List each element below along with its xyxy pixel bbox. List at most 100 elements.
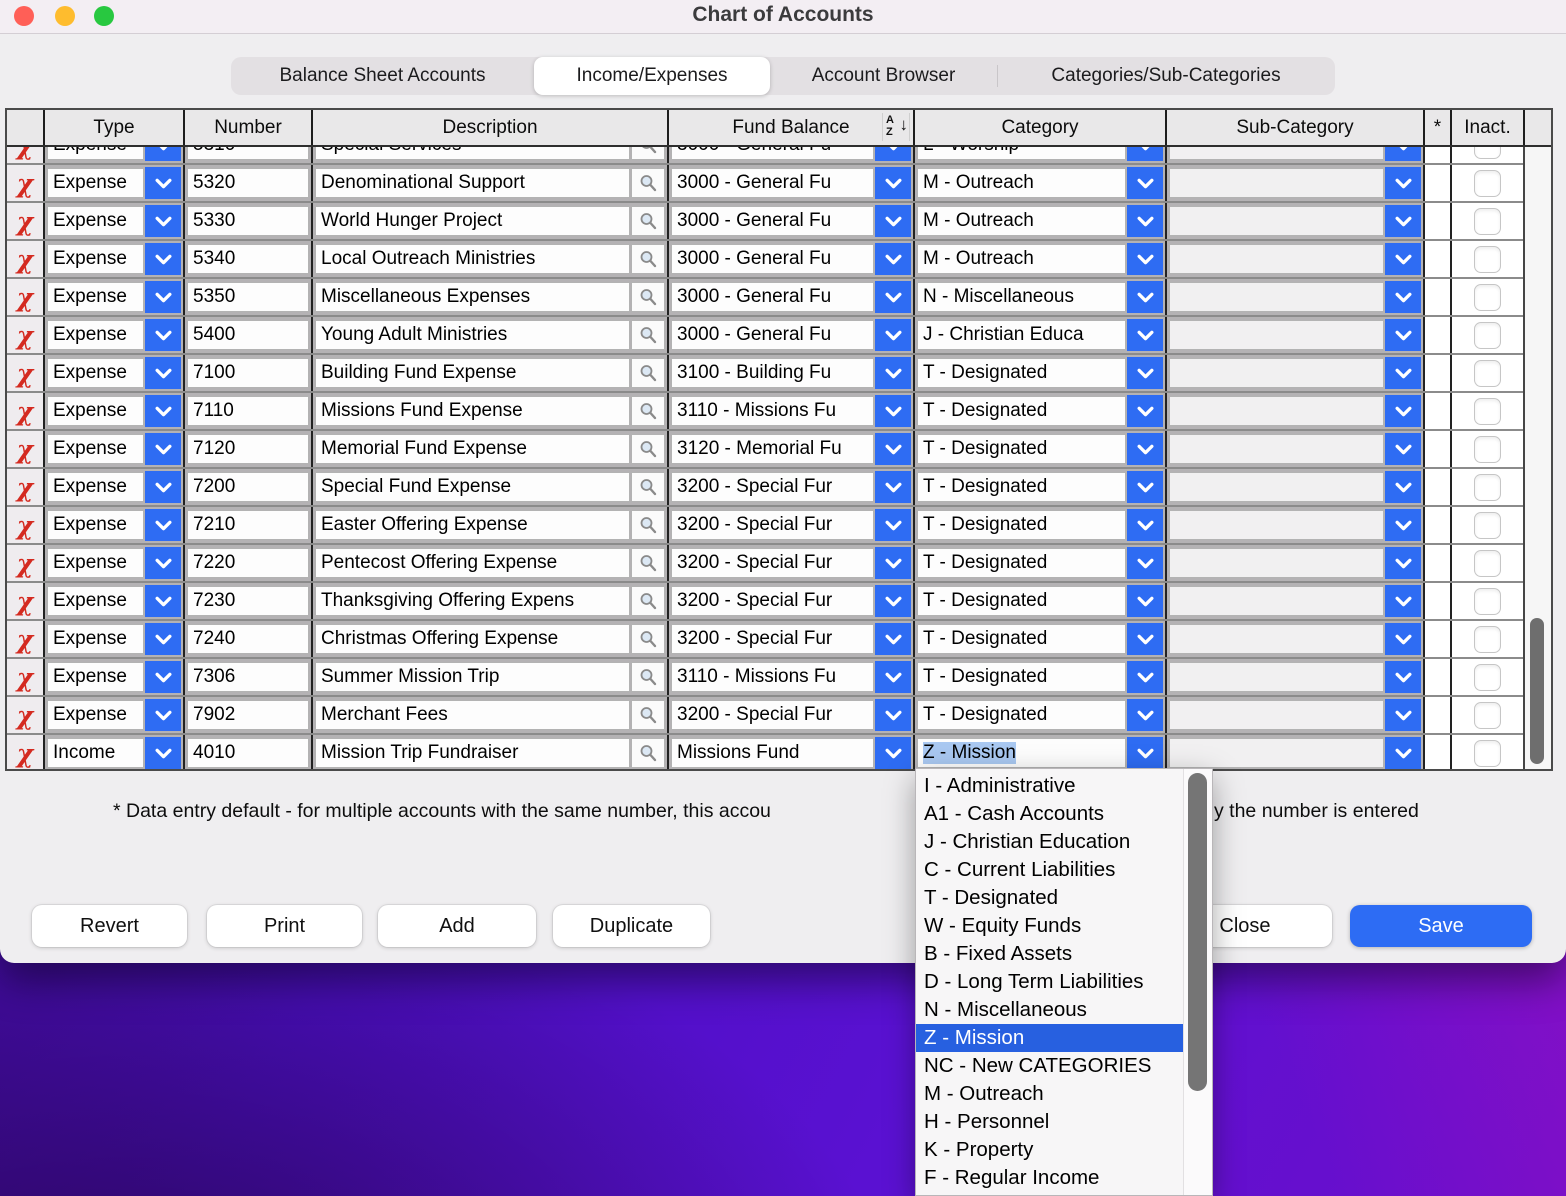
inactive-checkbox[interactable]	[1474, 436, 1501, 463]
lookup-button[interactable]	[631, 282, 665, 312]
sub-category-field[interactable]	[1169, 147, 1384, 160]
delete-row-icon[interactable]: χ	[17, 247, 33, 272]
fund-balance-dropdown-button[interactable]	[875, 319, 911, 351]
delete-row-icon[interactable]: χ	[17, 285, 33, 310]
fund-balance-dropdown-button[interactable]	[875, 395, 911, 427]
delete-row-icon[interactable]: χ	[17, 147, 33, 158]
delete-row-icon[interactable]: χ	[17, 551, 33, 576]
dropdown-option[interactable]: W - Equity Funds	[916, 912, 1184, 940]
sub-category-field[interactable]	[1169, 244, 1384, 274]
inactive-checkbox[interactable]	[1474, 740, 1501, 767]
category-dropdown-button[interactable]	[1127, 433, 1163, 465]
fund-balance-field[interactable]: 3000 - General Fu	[671, 244, 874, 274]
fund-balance-dropdown-button[interactable]	[875, 433, 911, 465]
description-field[interactable]: Mission Trip Fundraiser	[315, 738, 630, 768]
dropdown-option[interactable]: Z - Mission	[916, 1024, 1184, 1052]
fund-balance-dropdown-button[interactable]	[875, 661, 911, 693]
fund-balance-field[interactable]: 3200 - Special Fur	[671, 472, 874, 502]
fund-balance-dropdown-button[interactable]	[875, 585, 911, 617]
category-field[interactable]: M - Outreach	[917, 206, 1126, 236]
category-dropdown-button[interactable]	[1127, 699, 1163, 731]
inactive-checkbox[interactable]	[1474, 550, 1501, 577]
category-dropdown-button[interactable]	[1127, 395, 1163, 427]
category-dropdown-button[interactable]	[1127, 623, 1163, 655]
add-button[interactable]: Add	[378, 905, 536, 947]
sub-category-dropdown-button[interactable]	[1385, 357, 1421, 389]
description-field[interactable]: Pentecost Offering Expense	[315, 548, 630, 578]
sub-category-field[interactable]	[1169, 624, 1384, 654]
category-field[interactable]: Z - Mission	[917, 738, 1126, 768]
revert-button[interactable]: Revert	[32, 905, 187, 947]
description-field[interactable]: Special Services	[315, 147, 630, 160]
description-field[interactable]: Young Adult Ministries	[315, 320, 630, 350]
type-field[interactable]: Expense	[47, 472, 144, 502]
type-field[interactable]: Expense	[47, 624, 144, 654]
dropdown-option[interactable]: M - Outreach	[916, 1080, 1184, 1108]
sort-az-icon[interactable]: AZ ↓	[882, 113, 910, 141]
category-dropdown-button[interactable]	[1127, 509, 1163, 541]
lookup-button[interactable]	[631, 244, 665, 274]
sub-category-dropdown-button[interactable]	[1385, 699, 1421, 731]
fund-balance-field[interactable]: 3000 - General Fu	[671, 147, 874, 160]
dropdown-option[interactable]: B - Fixed Assets	[916, 940, 1184, 968]
sub-category-field[interactable]	[1169, 168, 1384, 198]
inactive-checkbox[interactable]	[1474, 208, 1501, 235]
number-field[interactable]: 7902	[187, 700, 309, 730]
delete-row-icon[interactable]: χ	[17, 437, 33, 462]
sub-category-field[interactable]	[1169, 206, 1384, 236]
lookup-button[interactable]	[631, 147, 665, 160]
description-field[interactable]: Summer Mission Trip	[315, 662, 630, 692]
type-field[interactable]: Expense	[47, 168, 144, 198]
dropdown-option[interactable]: J - Christian Education	[916, 828, 1184, 856]
fund-balance-field[interactable]: 3100 - Building Fu	[671, 358, 874, 388]
fund-balance-field[interactable]: 3200 - Special Fur	[671, 586, 874, 616]
number-field[interactable]: 7100	[187, 358, 309, 388]
category-field[interactable]: T - Designated	[917, 548, 1126, 578]
inactive-checkbox[interactable]	[1474, 512, 1501, 539]
category-dropdown-button[interactable]	[1127, 281, 1163, 313]
number-field[interactable]: 7120	[187, 434, 309, 464]
inactive-checkbox[interactable]	[1474, 702, 1501, 729]
inactive-checkbox[interactable]	[1474, 147, 1501, 159]
dropdown-option[interactable]: I - Administrative	[916, 772, 1184, 800]
sub-category-dropdown-button[interactable]	[1385, 281, 1421, 313]
delete-row-icon[interactable]: χ	[17, 703, 33, 728]
category-dropdown-button[interactable]	[1127, 147, 1163, 161]
type-field[interactable]: Expense	[47, 548, 144, 578]
number-field[interactable]: 7200	[187, 472, 309, 502]
type-dropdown-button[interactable]	[145, 471, 181, 503]
number-field[interactable]: 5310	[187, 147, 309, 160]
fund-balance-dropdown-button[interactable]	[875, 471, 911, 503]
sub-category-dropdown-button[interactable]	[1385, 509, 1421, 541]
type-field[interactable]: Expense	[47, 147, 144, 160]
sub-category-dropdown-button[interactable]	[1385, 737, 1421, 769]
inactive-checkbox[interactable]	[1474, 360, 1501, 387]
number-field[interactable]: 5330	[187, 206, 309, 236]
type-field[interactable]: Expense	[47, 510, 144, 540]
lookup-button[interactable]	[631, 548, 665, 578]
type-dropdown-button[interactable]	[145, 319, 181, 351]
fund-balance-dropdown-button[interactable]	[875, 699, 911, 731]
description-field[interactable]: Christmas Offering Expense	[315, 624, 630, 654]
sub-category-dropdown-button[interactable]	[1385, 585, 1421, 617]
fund-balance-field[interactable]: 3200 - Special Fur	[671, 700, 874, 730]
delete-row-icon[interactable]: χ	[17, 589, 33, 614]
type-dropdown-button[interactable]	[145, 357, 181, 389]
lookup-button[interactable]	[631, 624, 665, 654]
type-field[interactable]: Expense	[47, 206, 144, 236]
description-field[interactable]: Merchant Fees	[315, 700, 630, 730]
category-field[interactable]: T - Designated	[917, 700, 1126, 730]
fund-balance-field[interactable]: 3200 - Special Fur	[671, 510, 874, 540]
sub-category-field[interactable]	[1169, 586, 1384, 616]
tab-account-browser[interactable]: Account Browser	[770, 57, 997, 95]
lookup-button[interactable]	[631, 662, 665, 692]
category-dropdown-button[interactable]	[1127, 737, 1163, 769]
type-field[interactable]: Expense	[47, 320, 144, 350]
category-dropdown-button[interactable]	[1127, 167, 1163, 199]
type-dropdown-button[interactable]	[145, 395, 181, 427]
fund-balance-field[interactable]: 3120 - Memorial Fu	[671, 434, 874, 464]
table-scrollbar-thumb[interactable]	[1530, 618, 1544, 764]
sub-category-field[interactable]	[1169, 396, 1384, 426]
category-dropdown-button[interactable]	[1127, 319, 1163, 351]
dropdown-option[interactable]: A1 - Cash Accounts	[916, 800, 1184, 828]
